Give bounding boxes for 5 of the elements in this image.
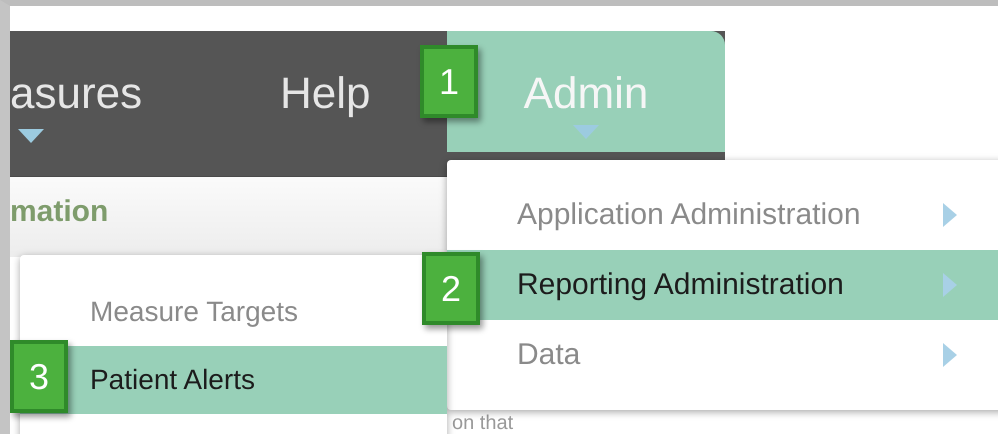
step-callout-tooltip: 2	[422, 252, 480, 325]
step-callout-tooltip: 3	[10, 340, 68, 413]
section-heading: mation	[10, 195, 108, 229]
body-text: on that	[452, 412, 514, 434]
step-callout-tooltip: 1	[420, 45, 478, 118]
